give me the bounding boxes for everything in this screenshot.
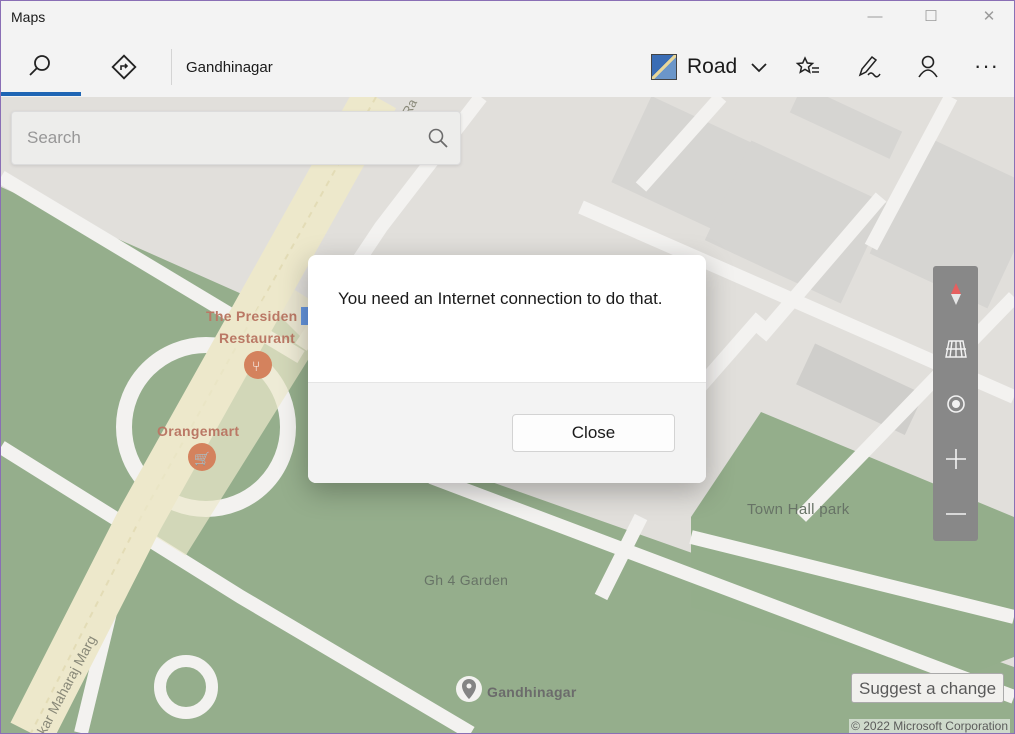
minimize-button[interactable]: — [857, 6, 893, 30]
toolbar-separator [171, 49, 172, 85]
close-button[interactable]: Close [512, 414, 675, 452]
search-tab[interactable] [19, 47, 59, 87]
account-button[interactable] [908, 47, 948, 87]
dialog-message: You need an Internet connection to do th… [338, 289, 663, 308]
favorites-icon [795, 56, 819, 74]
active-tab-indicator [1, 92, 81, 96]
chevron-down-icon [751, 63, 767, 73]
favorites-button[interactable] [788, 47, 828, 87]
person-icon [918, 55, 938, 78]
connection-dialog: You need an Internet connection to do th… [308, 255, 706, 483]
location-label[interactable]: Gandhinagar [186, 59, 273, 76]
search-icon [29, 55, 50, 76]
directions-tab[interactable] [104, 47, 144, 87]
title-bar: Maps — ☐ ✕ [1, 1, 1014, 35]
maps-window: Maps — ☐ ✕ Gandhinagar Road ··· ⑂ 🛒 The … [0, 0, 1015, 734]
directions-icon [111, 54, 137, 80]
close-window-button[interactable]: ✕ [971, 6, 1007, 30]
map-style-label: Road [687, 55, 738, 78]
toolbar: Gandhinagar Road ··· [1, 35, 1014, 98]
dialog-footer: Close [308, 382, 706, 483]
map-style-icon [651, 54, 677, 80]
maximize-button[interactable]: ☐ [913, 6, 949, 30]
ink-button[interactable] [848, 47, 888, 87]
more-options-button[interactable]: ··· [974, 53, 999, 79]
window-title: Maps [11, 9, 46, 25]
ink-pen-icon [858, 55, 881, 78]
map-style-button[interactable]: Road [651, 53, 769, 81]
